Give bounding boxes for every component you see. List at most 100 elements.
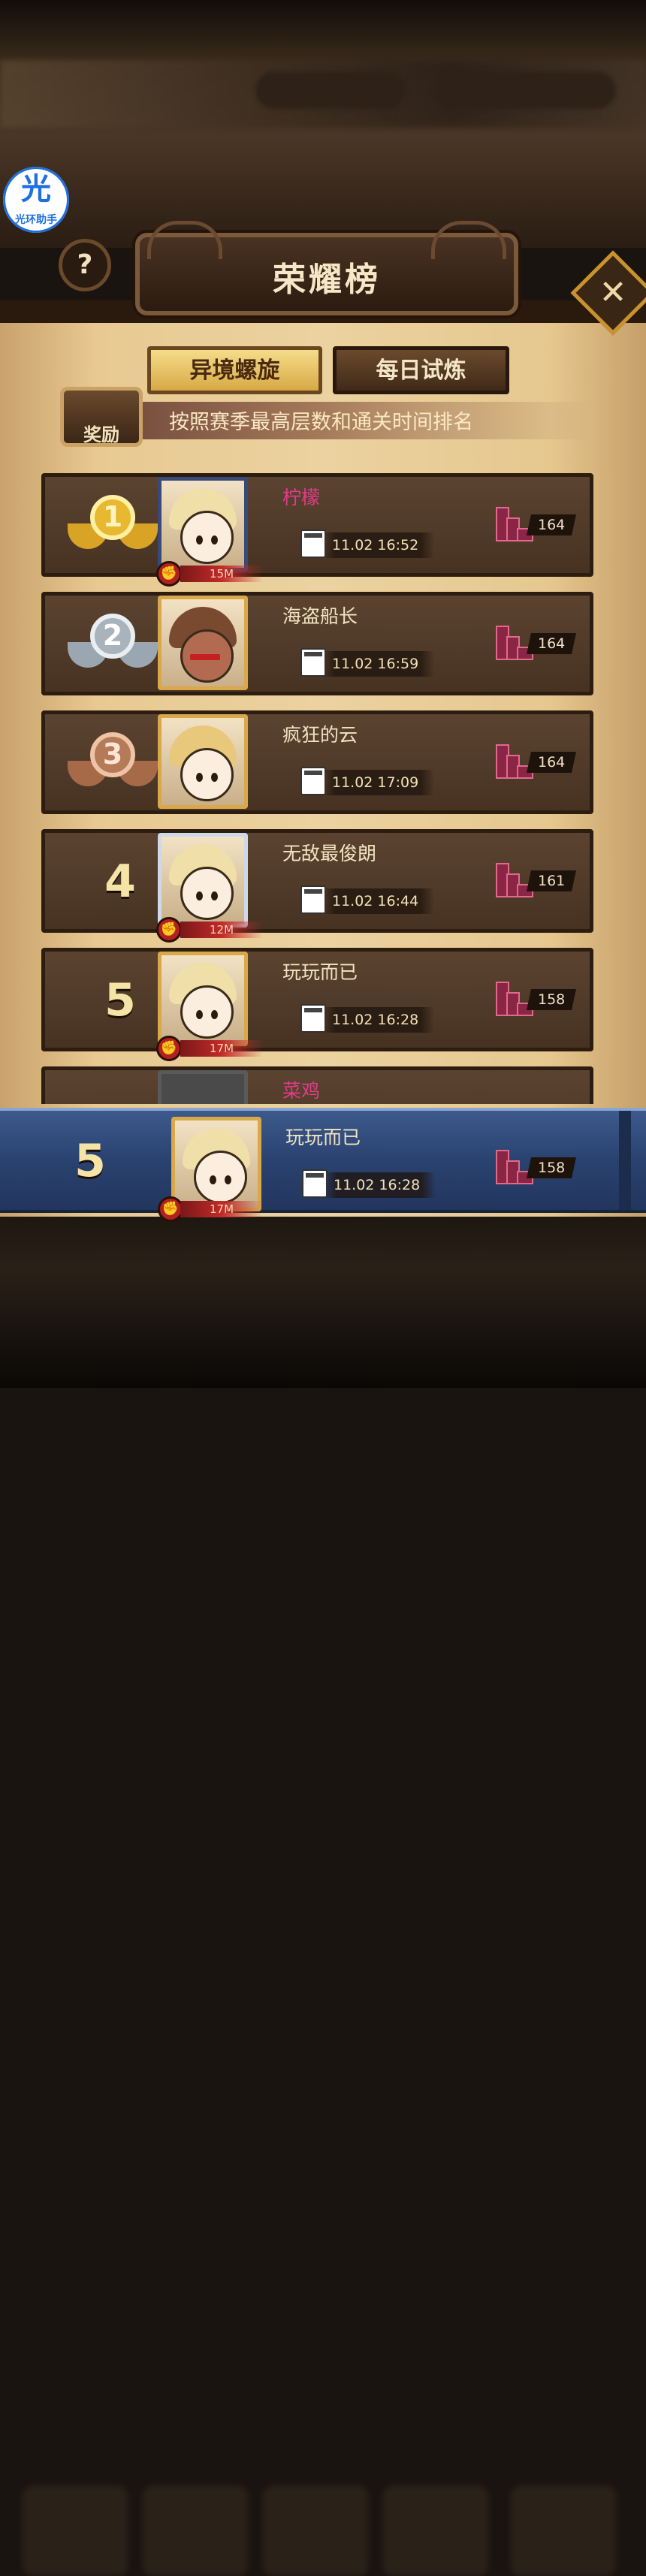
floor-value-text: 158 bbox=[537, 991, 566, 1008]
floor-count: 164 bbox=[496, 744, 586, 779]
fist-icon: ✊ bbox=[156, 561, 182, 587]
rank-number: 2 bbox=[90, 614, 135, 659]
help-button[interactable]: ? bbox=[59, 239, 111, 291]
leaderboard-row[interactable]: 3 疯狂的云 11.02 17:09 164 bbox=[41, 710, 593, 814]
rank-number: 3 bbox=[90, 732, 135, 777]
power-value: 17M bbox=[180, 1040, 263, 1057]
avatar-eye bbox=[225, 1175, 231, 1184]
avatar-eye bbox=[196, 773, 203, 782]
calendar-icon bbox=[300, 648, 326, 677]
calendar-icon bbox=[302, 1169, 328, 1198]
clear-time-text: 11.02 16:28 bbox=[321, 1007, 434, 1033]
my-rank-number: 5 bbox=[74, 1135, 106, 1187]
bronze-medal-icon: 3 bbox=[68, 728, 158, 797]
player-name: 柠檬 bbox=[282, 487, 321, 508]
calendar-icon bbox=[300, 885, 326, 914]
background-chip bbox=[436, 71, 616, 109]
avatar-eye bbox=[196, 535, 203, 544]
question-icon: ? bbox=[77, 249, 93, 280]
leaderboard-row[interactable]: 2 海盗船长 11.02 16:59 164 bbox=[41, 592, 593, 695]
rank-number: 1 bbox=[90, 495, 135, 540]
fist-icon: ✊ bbox=[156, 1036, 182, 1061]
floor-value: 164 bbox=[527, 752, 576, 773]
calendar-icon bbox=[300, 767, 326, 795]
my-rank-row[interactable]: 5 ✊ 17M 玩玩而已 11.02 16:28 158 bbox=[0, 1111, 646, 1222]
avatar-face bbox=[180, 748, 234, 801]
floor-value-text: 164 bbox=[537, 754, 566, 771]
power-value: 15M bbox=[180, 566, 263, 582]
avatar-face bbox=[194, 1151, 247, 1204]
my-avatar[interactable] bbox=[171, 1117, 261, 1211]
avatar-eye bbox=[210, 1175, 216, 1184]
avatar-eye bbox=[211, 891, 218, 900]
floor-value: 164 bbox=[527, 514, 576, 535]
calendar-icon bbox=[300, 1004, 326, 1033]
rank-number: 4 bbox=[104, 855, 136, 908]
background-blurred-top bbox=[0, 0, 646, 248]
my-rank-bar[interactable]: 5 ✊ 17M 玩玩而已 11.02 16:28 158 bbox=[0, 1108, 646, 1222]
background-slot bbox=[263, 2486, 368, 2576]
helper-label: 光环助手 bbox=[15, 214, 57, 226]
clear-time-text: 11.02 16:59 bbox=[321, 651, 434, 677]
helper-logo-icon: 光 bbox=[21, 172, 51, 207]
leaderboard-row[interactable]: 菜鸡 bbox=[41, 1066, 593, 1104]
my-power-value: 17M bbox=[180, 1201, 263, 1217]
my-floor-value-text: 158 bbox=[537, 1160, 566, 1176]
background-chip bbox=[255, 71, 406, 109]
player-name: 海盗船长 bbox=[282, 605, 358, 627]
reward-label: 奖励 bbox=[83, 424, 119, 445]
floor-value-text: 161 bbox=[537, 873, 566, 889]
background-slot bbox=[23, 2486, 128, 2576]
background-blurred-bottom bbox=[0, 1217, 646, 2576]
floor-value: 164 bbox=[527, 633, 576, 654]
floating-helper-button[interactable]: 光 光环助手 bbox=[3, 167, 69, 233]
power-value: 12M bbox=[180, 922, 263, 938]
tab-daily-trial[interactable]: 每日试炼 bbox=[333, 346, 509, 394]
clear-time-text: 11.02 16:52 bbox=[321, 532, 434, 558]
tab-spiral[interactable]: 异境螺旋 bbox=[147, 346, 322, 394]
leaderboard-row[interactable]: 5 ✊ 17M 玩玩而已 11.02 16:28 158 bbox=[41, 948, 593, 1061]
silver-medal-icon: 2 bbox=[68, 609, 158, 678]
avatar-face bbox=[180, 629, 234, 683]
ranking-rule-text: 按照赛季最高层数和通关时间排名 bbox=[169, 411, 473, 434]
reward-chest-button[interactable]: 奖励 bbox=[60, 387, 143, 447]
fist-icon: ✊ bbox=[158, 1196, 183, 1222]
avatar-eye bbox=[196, 891, 203, 900]
floor-count: 161 bbox=[496, 863, 586, 897]
avatar-visor bbox=[190, 654, 220, 660]
avatar-eye bbox=[211, 773, 218, 782]
floor-count: 158 bbox=[496, 982, 586, 1016]
floor-value: 158 bbox=[527, 989, 576, 1010]
gold-medal-icon: 1 bbox=[68, 490, 158, 560]
my-floor-count: 158 bbox=[496, 1150, 586, 1184]
avatar-eye bbox=[211, 1010, 218, 1019]
my-clear-time-text: 11.02 16:28 bbox=[323, 1172, 436, 1198]
player-name: 菜鸡 bbox=[282, 1080, 321, 1102]
avatar[interactable] bbox=[158, 714, 248, 809]
avatar-face bbox=[180, 985, 234, 1039]
page-title: 荣耀榜 bbox=[273, 261, 381, 299]
leaderboard-list[interactable]: 1 ✊ 15M 柠檬 11.02 16:52 164 2 海盗船长 11.02 … bbox=[0, 469, 646, 1104]
leaderboard-row[interactable]: 1 ✊ 15M 柠檬 11.02 16:52 164 bbox=[41, 473, 593, 587]
background-slot bbox=[511, 2486, 616, 2576]
floor-count: 164 bbox=[496, 507, 586, 541]
avatar-eye bbox=[196, 1010, 203, 1019]
avatar[interactable] bbox=[158, 833, 248, 928]
title-banner: 荣耀榜 bbox=[135, 221, 518, 315]
player-name: 玩玩而已 bbox=[282, 961, 358, 983]
player-name: 无敌最俊朗 bbox=[282, 843, 377, 864]
avatar[interactable] bbox=[158, 952, 248, 1046]
avatar[interactable] bbox=[158, 1070, 248, 1104]
floor-value: 161 bbox=[527, 870, 576, 891]
floor-count: 164 bbox=[496, 626, 586, 660]
clear-time-text: 11.02 16:44 bbox=[321, 888, 434, 914]
leaderboard-row[interactable]: 4 ✊ 12M 无敌最俊朗 11.02 16:44 161 bbox=[41, 829, 593, 943]
avatar-face bbox=[180, 867, 234, 920]
floor-value-text: 164 bbox=[537, 517, 566, 533]
avatar[interactable] bbox=[158, 596, 248, 690]
avatar[interactable] bbox=[158, 477, 248, 572]
clear-time-text: 11.02 17:09 bbox=[321, 770, 434, 795]
avatar-face bbox=[180, 511, 234, 564]
avatar-eye bbox=[211, 535, 218, 544]
background-slot bbox=[143, 2486, 248, 2576]
